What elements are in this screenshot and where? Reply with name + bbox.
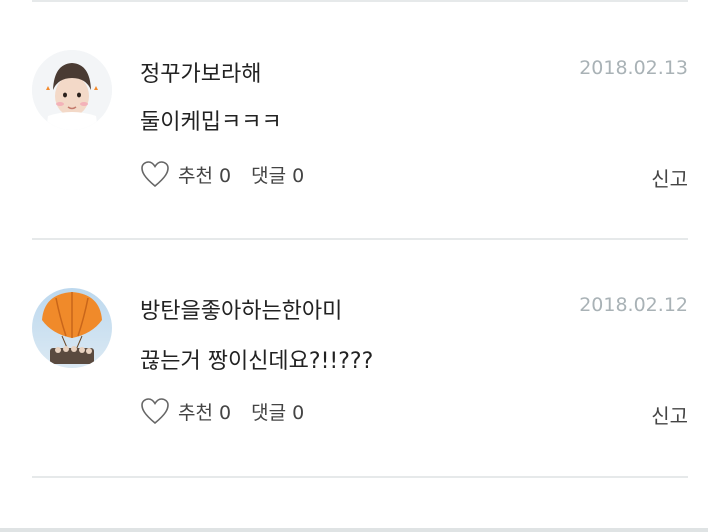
avatar[interactable] xyxy=(32,50,112,130)
report-button[interactable]: 신고 xyxy=(651,400,688,429)
like-count[interactable]: 추천 0 xyxy=(178,161,231,188)
comment-date: 2018.02.12 xyxy=(579,294,688,316)
comment-author[interactable]: 방탄을좋아하는한아미 xyxy=(140,293,342,325)
like-count[interactable]: 추천 0 xyxy=(178,398,231,425)
comment-divider xyxy=(32,476,688,478)
reply-count[interactable]: 댓글 0 xyxy=(251,161,304,188)
avatar-boy-with-bunny-ears-icon xyxy=(32,50,112,130)
heart-icon[interactable] xyxy=(140,160,170,188)
heart-icon[interactable] xyxy=(140,397,170,425)
bottom-bar xyxy=(0,528,708,532)
comment-actions: 추천 0 댓글 0 xyxy=(140,397,304,425)
comment-text: 둘이케밉ㅋㅋㅋ xyxy=(140,110,282,135)
comment-item: 정꾸가보라해 2018.02.13 둘이케밉ㅋㅋㅋ 추천 0 댓글 0 신고 xyxy=(0,0,708,236)
comment-author[interactable]: 정꾸가보라해 xyxy=(140,56,261,88)
comment-date: 2018.02.13 xyxy=(579,57,688,79)
avatar-hot-air-balloon-icon xyxy=(32,288,112,368)
comment-item: 방탄을좋아하는한아미 2018.02.12 끊는거 짱이신데요?!!??? 추천… xyxy=(0,240,708,476)
comment-text: 끊는거 짱이신데요?!!??? xyxy=(140,349,374,374)
report-button[interactable]: 신고 xyxy=(651,163,688,192)
avatar[interactable] xyxy=(32,288,112,368)
comment-actions: 추천 0 댓글 0 xyxy=(140,160,304,188)
reply-count[interactable]: 댓글 0 xyxy=(251,398,304,425)
